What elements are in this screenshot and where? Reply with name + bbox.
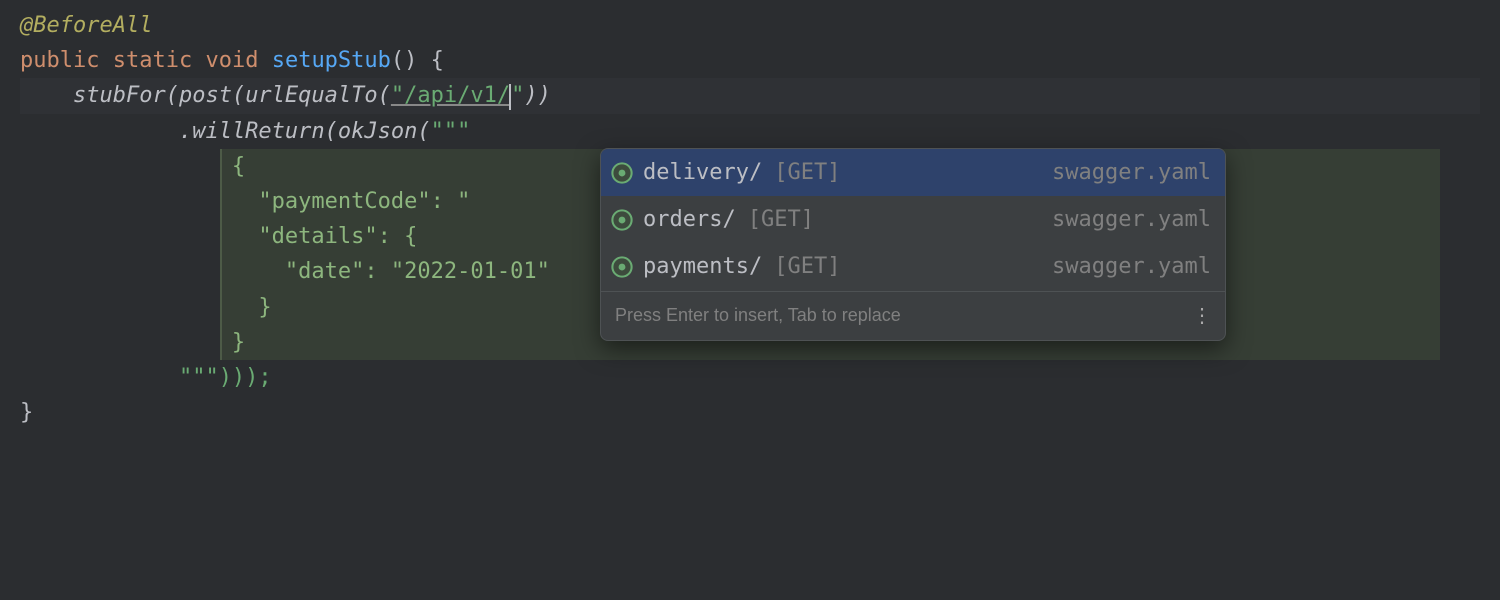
string-url: "/api/v1/	[391, 83, 510, 108]
code-line: public static void setupStub() {	[20, 43, 1480, 78]
code-line: .willReturn(okJson("""	[20, 114, 1480, 149]
method-declaration: setupStub	[272, 48, 391, 73]
completion-source: swagger.yaml	[1052, 202, 1211, 237]
completion-popup[interactable]: delivery/ [GET] swagger.yaml orders/ [GE…	[600, 148, 1226, 341]
completion-method: [GET]	[774, 155, 840, 190]
code-line-current: stubFor(post(urlEqualTo("/api/v1/"))	[20, 78, 1480, 113]
completion-method: [GET]	[774, 249, 840, 284]
json-key: "date"	[285, 259, 364, 284]
completion-hint: Press Enter to insert, Tab to replace	[615, 301, 901, 330]
annotation: @BeforeAll	[20, 13, 152, 38]
json-val-partial: "	[444, 189, 471, 214]
completion-label: orders/	[643, 202, 736, 237]
call-post: post	[179, 83, 232, 108]
code-line: @BeforeAll	[20, 8, 1480, 43]
json-key: "paymentCode"	[258, 189, 430, 214]
completion-label: payments/	[643, 249, 762, 284]
triple-quote-open: """	[431, 119, 471, 144]
call-okjson: okJson	[338, 119, 417, 144]
more-icon[interactable]: ⋮	[1192, 300, 1211, 332]
call-urlequalto: urlEqualTo	[245, 83, 377, 108]
completion-source: swagger.yaml	[1052, 249, 1211, 284]
json-brace-close: }	[232, 330, 245, 355]
completion-label: delivery/	[643, 155, 762, 190]
json-val: "2022-01-01"	[391, 259, 550, 284]
call-willreturn: willReturn	[192, 119, 324, 144]
endpoint-icon	[611, 162, 633, 184]
json-brace-close: }	[258, 295, 271, 320]
keyword-public: public	[20, 48, 99, 73]
closing-literals: """)));	[179, 365, 272, 390]
completion-item[interactable]: orders/ [GET] swagger.yaml	[601, 196, 1225, 243]
json-brace-open: {	[232, 154, 245, 179]
completion-item[interactable]: payments/ [GET] swagger.yaml	[601, 243, 1225, 290]
completion-item[interactable]: delivery/ [GET] swagger.yaml	[601, 149, 1225, 196]
brace-close: }	[20, 400, 33, 425]
json-key: "details"	[258, 224, 377, 249]
call-stubfor: stubFor	[73, 83, 166, 108]
code-line: """)));	[20, 360, 1480, 395]
keyword-void: void	[205, 48, 258, 73]
completion-footer: Press Enter to insert, Tab to replace ⋮	[601, 291, 1225, 340]
keyword-static: static	[113, 48, 192, 73]
endpoint-icon	[611, 209, 633, 231]
endpoint-icon	[611, 256, 633, 278]
string-close: "	[511, 83, 524, 108]
code-line: }	[20, 395, 1480, 430]
text-caret	[509, 84, 511, 110]
completion-method: [GET]	[748, 202, 814, 237]
completion-source: swagger.yaml	[1052, 155, 1211, 190]
